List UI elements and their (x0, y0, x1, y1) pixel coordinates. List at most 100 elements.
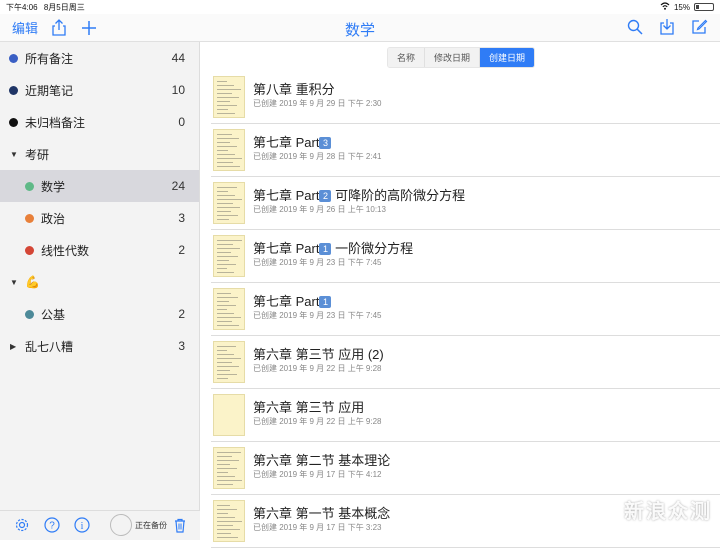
note-date: 已创建 2019 年 9 月 26 日 上午 10:13 (253, 205, 386, 214)
thumbnail-line (217, 517, 235, 518)
sidebar-folder-muscle[interactable]: ▼ 💪 (0, 266, 199, 298)
sidebar-item-label: 未归档备注 (25, 115, 86, 130)
sidebar-item-politics[interactable]: 政治 3 (0, 202, 199, 234)
sidebar-item-math[interactable]: 数学 24 (0, 170, 199, 202)
note-title: 第六章 第二节 基本理论 (253, 450, 390, 469)
thumbnail-line (217, 480, 242, 481)
note-title-text: 第七章 Part (253, 188, 320, 203)
sidebar-item-gongji[interactable]: 公基 2 (0, 298, 199, 330)
svg-text:i: i (81, 521, 84, 532)
thumbnail-line (217, 105, 237, 106)
thumbnail-line (217, 113, 235, 114)
sidebar-item-linear-algebra[interactable]: 线性代数 2 (0, 234, 199, 266)
trash-icon[interactable] (172, 517, 188, 533)
thumbnail-line (217, 378, 228, 379)
thumbnail-line (217, 142, 230, 143)
sidebar-item-label: 乱七八糟 (25, 339, 74, 354)
note-date: 已创建 2019 年 9 月 23 日 下午 7:45 (253, 258, 382, 267)
chevron-down-icon[interactable]: ▼ (10, 150, 18, 159)
info-icon[interactable]: i (74, 517, 90, 533)
thumbnail-line (217, 97, 239, 98)
keycap-number-icon: 3 (319, 137, 332, 149)
note-title-text: 第六章 第三节 应用 (2) (253, 347, 384, 362)
note-list: 第八章 重积分 已创建 2019 年 9 月 29 日 下午 2:30 第七章 … (201, 71, 720, 548)
thumbnail-line (217, 460, 239, 461)
note-date: 已创建 2019 年 9 月 22 日 上午 9:28 (253, 417, 382, 426)
thumbnail-line (217, 146, 237, 147)
watermark-logo: 新浪众测 (624, 501, 712, 523)
thumbnail-line (217, 244, 233, 245)
thumbnail-line (217, 305, 236, 306)
sidebar-item-count: 24 (171, 179, 185, 193)
thumbnail-line (217, 211, 231, 212)
note-row[interactable]: 第六章 第三节 应用 已创建 2019 年 9 月 22 日 上午 9:28 (211, 389, 720, 442)
sidebar-folder-kaoyan[interactable]: ▼ 考研 (0, 138, 199, 170)
help-icon[interactable]: ? (44, 517, 60, 533)
thumbnail-line (217, 354, 234, 355)
thumbnail-line (217, 362, 232, 363)
status-time: 下午4:06 8月5日周三 (6, 2, 85, 13)
thumbnail-line (217, 529, 240, 530)
thumbnail-line (217, 293, 231, 294)
note-row[interactable]: 第七章 Part 1 一阶微分方程 已创建 2019 年 9 月 23 日 下午 … (211, 230, 720, 283)
thumbnail-line (217, 321, 232, 322)
note-date: 已创建 2019 年 9 月 23 日 下午 7:45 (253, 311, 382, 320)
share-icon[interactable] (50, 18, 68, 37)
chevron-down-icon[interactable]: ▼ (10, 278, 18, 287)
note-row[interactable]: 第八章 重积分 已创建 2019 年 9 月 29 日 下午 2:30 (211, 71, 720, 124)
search-icon[interactable] (626, 18, 644, 36)
thumbnail-line (217, 166, 240, 167)
sidebar-item-count: 10 (171, 83, 185, 97)
note-row[interactable]: 第六章 第三节 应用 (2) 已创建 2019 年 9 月 22 日 上午 9:… (211, 336, 720, 389)
thumbnail-line (217, 476, 235, 477)
chevron-right-icon[interactable]: ▶ (10, 342, 16, 351)
note-row[interactable]: 第六章 第二节 基本理论 已创建 2019 年 9 月 17 日 下午 4:12 (211, 442, 720, 495)
note-date: 已创建 2019 年 9 月 28 日 下午 2:41 (253, 152, 382, 161)
thumbnail-line (217, 81, 227, 82)
sidebar-item-all-notes[interactable]: 所有备注 44 (0, 42, 199, 74)
sort-by-name-button[interactable]: 名称 (388, 48, 426, 67)
thumbnail-line (217, 301, 229, 302)
status-right: 15% (660, 2, 714, 12)
thumbnail-line (217, 309, 227, 310)
thumbnail-line (217, 346, 236, 347)
thumbnail-line (217, 203, 233, 204)
page-title: 数学 (344, 22, 375, 39)
sort-by-created-button[interactable]: 创建日期 (480, 48, 535, 67)
thumbnail-line (217, 195, 235, 196)
keycap-number-icon: 1 (319, 296, 332, 308)
note-title: 第七章 Part 2 可降阶的高阶微分方程 (253, 185, 465, 204)
note-title: 第六章 第一节 基本概念 (253, 503, 390, 522)
sidebar-item-unfiled[interactable]: 未归档备注 0 (0, 106, 199, 138)
battery-icon (694, 3, 714, 11)
sort-by-modified-button[interactable]: 修改日期 (425, 48, 481, 67)
note-row[interactable]: 第七章 Part 2 可降阶的高阶微分方程 已创建 2019 年 9 月 26 日… (211, 177, 720, 230)
thumbnail-line (217, 162, 233, 163)
thumbnail-line (217, 464, 230, 465)
status-bar: 下午4:06 8月5日周三 15% (0, 0, 720, 14)
sidebar-item-label: 考研 (25, 147, 50, 162)
keycap-number-icon: 2 (319, 190, 332, 202)
note-title: 第六章 第三节 应用 (253, 397, 364, 416)
note-row[interactable]: 第七章 Part 1 已创建 2019 年 9 月 23 日 下午 7:45 (211, 283, 720, 336)
sidebar-item-label: 近期笔记 (25, 83, 74, 98)
sidebar-item-recent[interactable]: 近期笔记 10 (0, 74, 199, 106)
thumbnail-line (217, 468, 237, 469)
gear-icon[interactable] (14, 517, 30, 533)
edit-button[interactable]: 编辑 (12, 18, 38, 37)
note-thumbnail (213, 341, 245, 383)
note-title-text: 第七章 Part (253, 241, 320, 256)
thumbnail-line (217, 272, 234, 273)
import-icon[interactable] (658, 18, 676, 36)
add-icon[interactable] (80, 19, 98, 37)
red-dot-icon (25, 245, 34, 255)
thumbnail-line (217, 252, 231, 253)
sidebar-item-label: 政治 (41, 211, 66, 226)
green-dot-icon (25, 181, 34, 191)
note-title-text: 第七章 Part (253, 294, 320, 309)
compose-icon[interactable] (690, 18, 708, 36)
thumbnail-line (217, 154, 235, 155)
sidebar-folder-misc[interactable]: ▶ 乱七八糟 3 (0, 330, 199, 362)
note-row[interactable]: 第七章 Part 3 已创建 2019 年 9 月 28 日 下午 2:41 (211, 124, 720, 177)
sidebar-item-count: 0 (178, 115, 185, 129)
